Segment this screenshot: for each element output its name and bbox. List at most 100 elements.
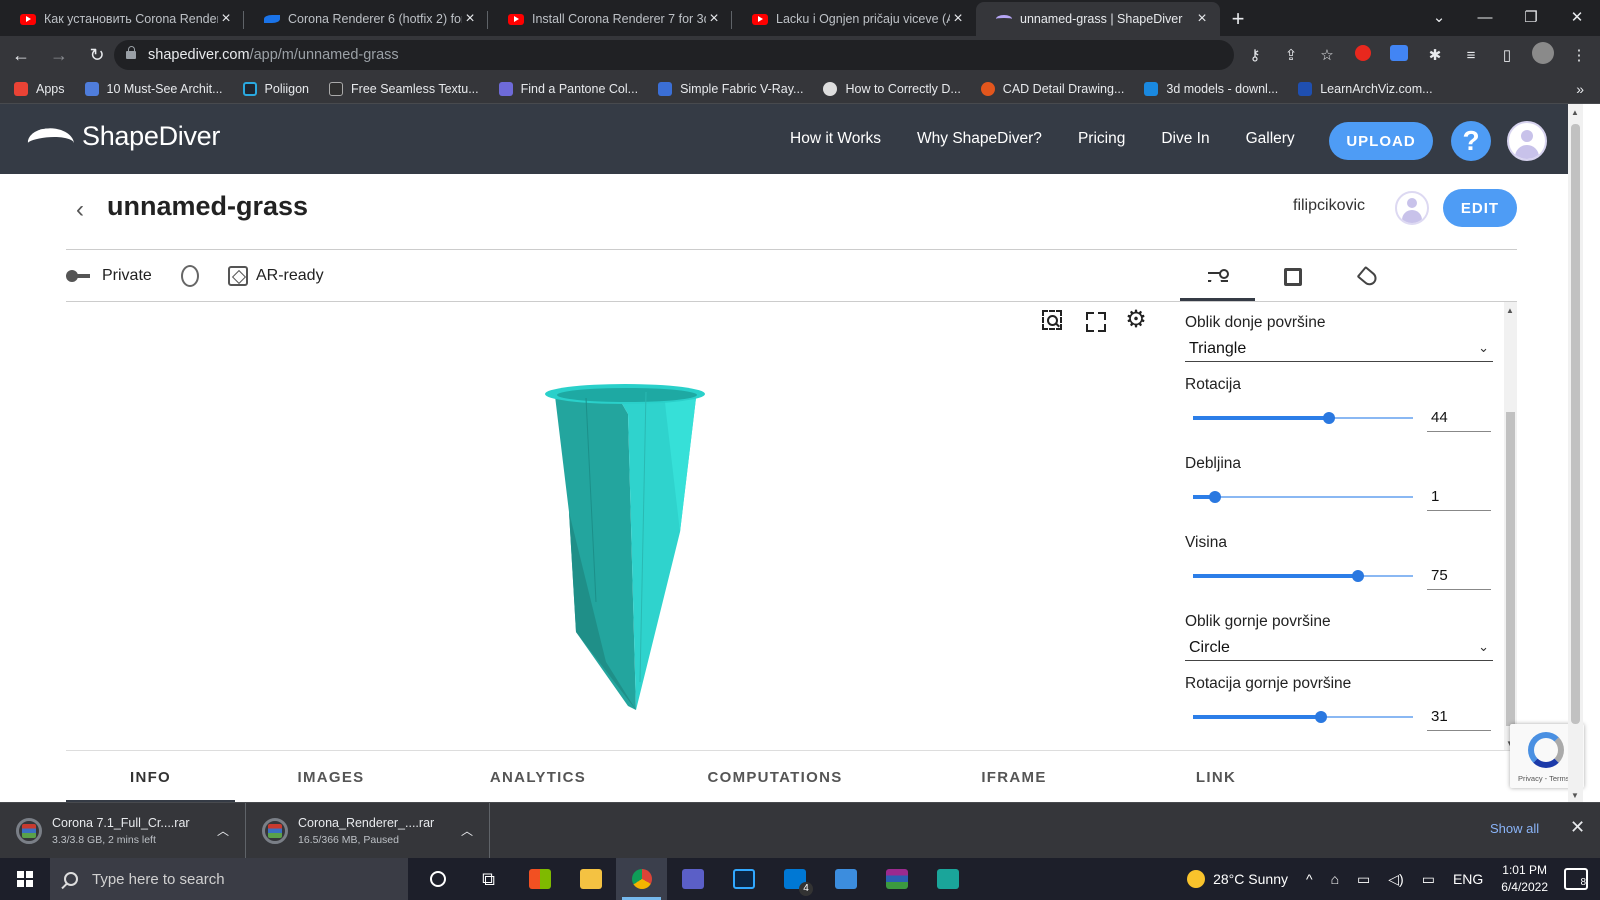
taskbar-search-input[interactable]: Type here to search (50, 858, 408, 900)
profile-avatar[interactable] (1532, 42, 1554, 68)
network-icon[interactable]: ⌂ (1331, 871, 1339, 887)
nav-why-shapediver[interactable]: Why ShapeDiver? (917, 130, 1042, 148)
browser-tab[interactable]: Как установить Corona Render × (0, 2, 244, 36)
battery-icon[interactable]: ▭ (1357, 871, 1370, 888)
close-tab-icon[interactable]: × (950, 10, 966, 28)
nav-how-it-works[interactable]: How it Works (790, 130, 881, 148)
close-tab-icon[interactable]: × (218, 10, 234, 28)
slider-thumb[interactable] (1352, 570, 1364, 582)
tab-tags[interactable] (1330, 253, 1405, 301)
puzzle-icon[interactable]: ✱ (1424, 46, 1446, 64)
slider-thumb[interactable] (1323, 412, 1336, 424)
weather-text[interactable]: 28°C Sunny (1213, 871, 1288, 887)
download-item[interactable]: Corona_Renderer_....rar 16.5/366 MB, Pau… (246, 803, 490, 859)
bookmark-item[interactable]: 10 Must-See Archit... (84, 81, 223, 96)
volume-icon[interactable]: ◁) (1388, 871, 1403, 888)
zoom-extents-button[interactable] (1040, 308, 1064, 332)
show-all-downloads-link[interactable]: Show all (1490, 821, 1539, 836)
panel-scrollbar[interactable]: ▲▼ (1504, 302, 1517, 750)
bookmark-item[interactable]: 3d models - downl... (1144, 81, 1278, 96)
chevron-up-icon[interactable]: ︿ (461, 822, 473, 839)
key-icon[interactable]: ⚷ (1244, 46, 1266, 64)
upload-button[interactable]: UPLOAD (1329, 122, 1433, 160)
photoshop-icon[interactable] (718, 858, 769, 900)
browser-tab[interactable]: Lacku i Ognjen pričaju viceve (Ar × (732, 2, 976, 36)
lock-icon[interactable] (126, 46, 136, 59)
back-chevron-icon[interactable]: ‹ (76, 196, 84, 224)
bookmark-item[interactable]: Poliigon (242, 81, 309, 96)
model-viewer[interactable] (66, 302, 1156, 750)
bookmark-item[interactable]: Find a Pantone Col... (498, 81, 638, 96)
new-tab-icon[interactable]: + (1220, 2, 1256, 36)
store-icon[interactable] (514, 858, 565, 900)
cortana-icon[interactable] (412, 858, 463, 900)
close-tab-icon[interactable]: × (706, 10, 722, 28)
url-input[interactable]: shapediver.com/app/m/unnamed-grass (114, 40, 1234, 70)
debljina-slider[interactable] (1193, 489, 1413, 505)
rotacija-slider[interactable] (1193, 410, 1413, 426)
owner-name[interactable]: filipcikovic (1293, 197, 1365, 215)
clock[interactable]: 1:01 PM 6/4/2022 (1501, 862, 1548, 896)
file-explorer-icon[interactable] (565, 858, 616, 900)
bookmark-item[interactable]: LearnArchViz.com... (1298, 81, 1433, 96)
control-panel-icon[interactable] (820, 858, 871, 900)
close-window-icon[interactable]: ✕ (1554, 0, 1600, 34)
rotacija-gornje-value-input[interactable]: 31 (1427, 703, 1491, 731)
bottom-shape-select[interactable]: Triangle ⌄ (1185, 336, 1493, 362)
tab-link[interactable]: LINK (1127, 751, 1305, 803)
teams-icon[interactable] (667, 858, 718, 900)
page-scrollbar[interactable]: ▲ ▼ (1568, 104, 1583, 802)
tab-search-icon[interactable]: ⌄ (1416, 0, 1462, 34)
settings-button[interactable]: ⚙ (1124, 308, 1148, 332)
star-icon[interactable]: ☆ (1316, 46, 1338, 64)
chevron-up-icon[interactable]: ︿ (217, 822, 229, 839)
chrome-icon[interactable] (616, 858, 667, 900)
slider-thumb[interactable] (1314, 711, 1327, 723)
tab-parameters[interactable] (1180, 253, 1255, 301)
reload-icon[interactable]: ↻ (80, 40, 114, 70)
visina-value-input[interactable]: 75 (1427, 562, 1491, 590)
tab-computations[interactable]: COMPUTATIONS (649, 751, 901, 803)
tab-images[interactable]: IMAGES (235, 751, 427, 803)
tab-exports[interactable] (1255, 253, 1330, 301)
side-panel-icon[interactable]: ▯ (1496, 46, 1518, 64)
bookmark-item[interactable]: Apps (14, 81, 65, 96)
nav-pricing[interactable]: Pricing (1078, 130, 1125, 148)
winrar-icon[interactable] (871, 858, 922, 900)
fullscreen-button[interactable] (1082, 308, 1106, 332)
nav-gallery[interactable]: Gallery (1246, 130, 1295, 148)
bookmark-item[interactable]: Free Seamless Textu... (329, 81, 479, 96)
user-avatar[interactable] (1507, 121, 1547, 161)
close-tab-icon[interactable]: × (462, 10, 478, 28)
tray-overflow-icon[interactable]: ^ (1306, 871, 1313, 887)
mail-icon[interactable]: 4 (769, 858, 820, 900)
owner-avatar[interactable] (1395, 191, 1429, 225)
top-shape-select[interactable]: Circle ⌄ (1185, 635, 1493, 661)
3ds-max-icon[interactable] (922, 858, 973, 900)
maximize-icon[interactable]: ❐ (1508, 0, 1554, 34)
browser-tab[interactable]: Corona Renderer 6 (hotfix 2) for 3 × (244, 2, 488, 36)
browser-tab-active[interactable]: unnamed-grass | ShapeDiver × (976, 2, 1220, 36)
forward-icon[interactable]: → (42, 40, 76, 70)
tab-analytics[interactable]: ANALYTICS (427, 751, 649, 803)
bookmark-item[interactable]: Simple Fabric V-Ray... (658, 81, 803, 96)
rotacija-value-input[interactable]: 44 (1427, 404, 1491, 432)
debljina-value-input[interactable]: 1 (1427, 483, 1491, 511)
windows-start-icon[interactable] (0, 858, 50, 900)
nav-dive-in[interactable]: Dive In (1161, 130, 1209, 148)
close-tab-icon[interactable]: × (1194, 10, 1210, 28)
language-indicator[interactable]: ENG (1453, 871, 1483, 887)
visina-slider[interactable] (1193, 568, 1413, 584)
extension-new-icon[interactable] (1388, 45, 1410, 65)
browser-tab[interactable]: Install Corona Renderer 7 for 3ds × (488, 2, 732, 36)
reading-list-icon[interactable]: ≡ (1460, 47, 1482, 64)
shapediver-logo[interactable]: ShapeDiver (28, 121, 220, 152)
display-icon[interactable]: ▭ (1422, 871, 1435, 888)
bookmark-item[interactable]: CAD Detail Drawing... (980, 81, 1124, 96)
rotacija-gornje-slider[interactable] (1193, 709, 1413, 725)
back-icon[interactable]: ← (4, 40, 38, 70)
minimize-icon[interactable]: — (1462, 0, 1508, 34)
task-view-icon[interactable]: ⧉ (463, 858, 514, 900)
help-button[interactable]: ? (1451, 121, 1491, 161)
tab-info[interactable]: INFO (66, 751, 235, 803)
